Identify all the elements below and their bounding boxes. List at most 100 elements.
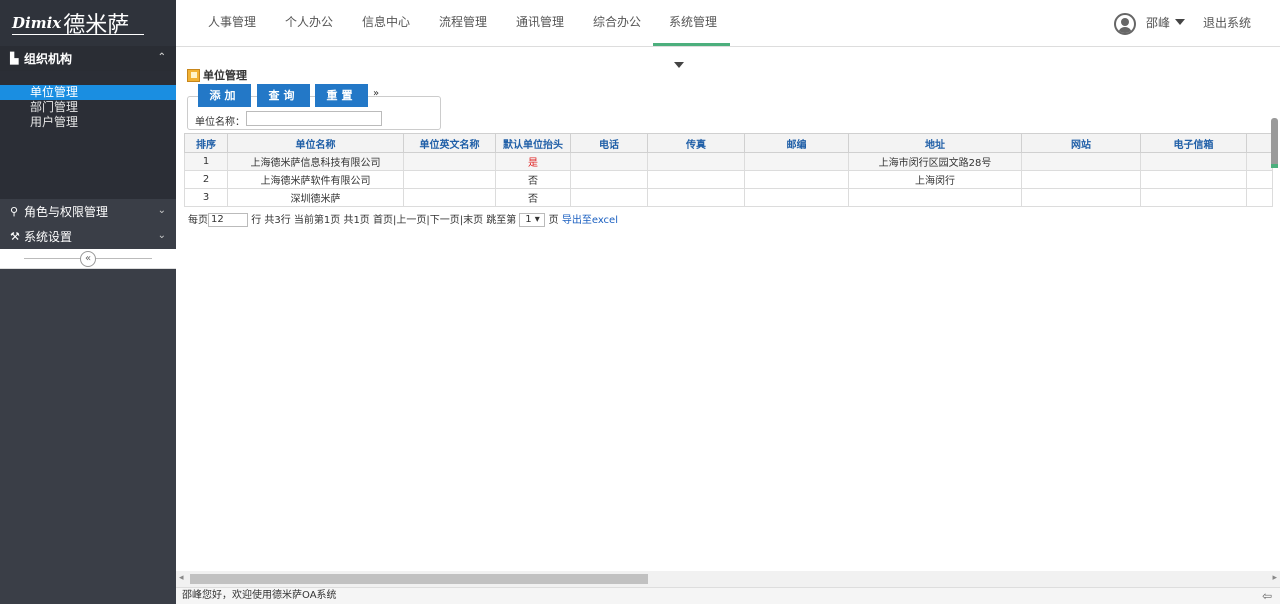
column-header-filler (1246, 133, 1273, 153)
horizontal-scrollbar[interactable]: ◂ ▸ (176, 571, 1280, 587)
add-button[interactable]: 添加 (198, 84, 251, 107)
table-cell (647, 188, 745, 207)
expand-panel-icon[interactable]: ⇦ (1262, 588, 1272, 604)
scroll-left-icon[interactable]: ◂ (179, 573, 184, 583)
nav-info[interactable]: 信息中心 (362, 0, 410, 46)
table-cell (1246, 170, 1273, 189)
chevron-down-icon: ⌄ (157, 205, 166, 216)
search-label: 单位名称： (195, 117, 245, 128)
table-header-row: 排序 单位名称 单位英文名称 默认单位抬头 电话 传真 邮编 地址 网站 电子信… (184, 133, 1273, 153)
sidebar: Dimix 德米萨 ▙ 组织机构 ⌃ 单位管理 部门管理 用户管理 ⚲ 角色与权… (0, 0, 176, 604)
sidebar-collapse-bar: « (0, 249, 176, 269)
table-cell (1021, 188, 1141, 207)
scrollbar-thumb[interactable] (190, 574, 648, 584)
unit-name-input[interactable] (246, 111, 382, 126)
per-page-input[interactable]: 12 (208, 213, 248, 227)
table-cell (570, 188, 648, 207)
table-cell (848, 188, 1022, 207)
table-row[interactable]: 2 上海德米萨软件有限公司 否 上海闵行 (184, 170, 1273, 189)
column-header[interactable]: 电话 (570, 133, 648, 153)
sidebar-group-label: 系统设置 (24, 230, 73, 244)
table-cell: 上海闵行 (848, 170, 1022, 189)
table-cell: 是 (495, 152, 571, 171)
table-cell: 上海德米萨软件有限公司 (227, 170, 404, 189)
vertical-scrollbar[interactable] (1271, 118, 1278, 168)
column-header[interactable]: 单位英文名称 (403, 133, 496, 153)
avatar[interactable] (1114, 13, 1136, 35)
chevron-up-icon: ⌃ (157, 52, 166, 63)
table-cell (403, 170, 496, 189)
per-page-label: 每页 (188, 215, 208, 226)
table-cell: 深圳德米萨 (227, 188, 404, 207)
nav-hr[interactable]: 人事管理 (208, 0, 256, 46)
pagination: 每页 12 行 共3行 当前第1页 共1页 首页|上一页|下一页|末页 跳至第 1… (188, 211, 618, 227)
sidebar-item-user[interactable]: 用户管理 (0, 115, 176, 130)
table-cell: 1 (184, 152, 228, 171)
column-header[interactable]: 单位名称 (227, 133, 404, 153)
table-row[interactable]: 1 上海德米萨信息科技有限公司 是 上海市闵行区园文路28号 (184, 152, 1273, 171)
table-cell (1140, 152, 1247, 171)
column-header[interactable]: 地址 (848, 133, 1022, 153)
nav-system-label: 系统管理 (669, 15, 718, 29)
sidebar-item-dept[interactable]: 部门管理 (0, 100, 176, 115)
table-cell (1140, 188, 1247, 207)
query-button[interactable]: 查询 (257, 84, 310, 107)
table-cell (744, 152, 849, 171)
table-cell (744, 170, 849, 189)
column-header[interactable]: 默认单位抬头 (495, 133, 571, 153)
logo-latin: Dimix (12, 14, 62, 32)
logout-link[interactable]: 退出系统 (1203, 0, 1251, 46)
user-menu[interactable]: 邵峰 (1146, 0, 1186, 46)
column-header[interactable]: 传真 (647, 133, 745, 153)
nav-comm[interactable]: 通讯管理 (516, 0, 564, 46)
sitemap-icon: ▙ (10, 52, 19, 65)
column-header[interactable]: 网站 (1021, 133, 1141, 153)
nav-workflow[interactable]: 流程管理 (439, 0, 487, 46)
table-cell (570, 152, 648, 171)
nav-office[interactable]: 综合办公 (593, 0, 641, 46)
wrench-icon: ⚒ (10, 230, 20, 243)
table-cell (1246, 152, 1273, 171)
page-select[interactable]: 1 ▾ (519, 213, 546, 227)
caret-down-icon (1175, 19, 1186, 25)
pin-icon: ⚲ (10, 205, 19, 218)
column-header[interactable]: 电子信箱 (1140, 133, 1247, 153)
table-cell (1021, 170, 1141, 189)
table-cell (1140, 170, 1247, 189)
table-cell: 上海市闵行区园文路28号 (848, 152, 1022, 171)
sidebar-group-label: 组织机构 (24, 52, 73, 66)
table-cell (647, 170, 745, 189)
nav-personal[interactable]: 个人办公 (285, 0, 333, 46)
folder-edit-icon (187, 68, 200, 82)
sidebar-group-roles[interactable]: ⚲ 角色与权限管理 ⌄ (0, 199, 176, 224)
sidebar-group-org[interactable]: ▙ 组织机构 ⌃ (0, 46, 176, 71)
column-header[interactable]: 邮编 (744, 133, 849, 153)
table-cell (403, 188, 496, 207)
chevron-down-icon: ⌄ (157, 230, 166, 241)
table-cell (570, 170, 648, 189)
main-content: 单位管理 添加 查询 重置 » 单位名称： 排序 单位名称 单位英文名称 默认单… (176, 47, 1280, 571)
sidebar-group-label: 角色与权限管理 (24, 205, 109, 219)
page-suffix: 页 (548, 215, 559, 226)
table-row[interactable]: 3 深圳德米萨 否 (184, 188, 1273, 207)
sidebar-submenu: 单位管理 部门管理 用户管理 (0, 71, 176, 199)
unit-table: 排序 单位名称 单位英文名称 默认单位抬头 电话 传真 邮编 地址 网站 电子信… (184, 133, 1273, 207)
table-cell: 上海德米萨信息科技有限公司 (227, 152, 404, 171)
table-cell (1246, 188, 1273, 207)
scroll-right-icon[interactable]: ▸ (1272, 573, 1277, 583)
table-cell (647, 152, 745, 171)
collapse-icon[interactable]: « (80, 251, 96, 267)
expand-toggle-icon[interactable]: » (373, 88, 379, 99)
username: 邵峰 (1146, 16, 1171, 30)
logo: Dimix 德米萨 (0, 0, 176, 46)
table-cell (1021, 152, 1141, 171)
table-cell (744, 188, 849, 207)
reset-button[interactable]: 重置 (315, 84, 368, 107)
sidebar-group-settings[interactable]: ⚒ 系统设置 ⌄ (0, 224, 176, 249)
sidebar-item-unit[interactable]: 单位管理 (0, 85, 176, 100)
table-cell: 否 (495, 188, 571, 207)
nav-system[interactable]: 系统管理 (653, 0, 730, 68)
export-excel-link[interactable]: 导出至excel (562, 215, 618, 226)
column-header[interactable]: 排序 (184, 133, 228, 153)
scrollbar-accent (1271, 164, 1278, 168)
